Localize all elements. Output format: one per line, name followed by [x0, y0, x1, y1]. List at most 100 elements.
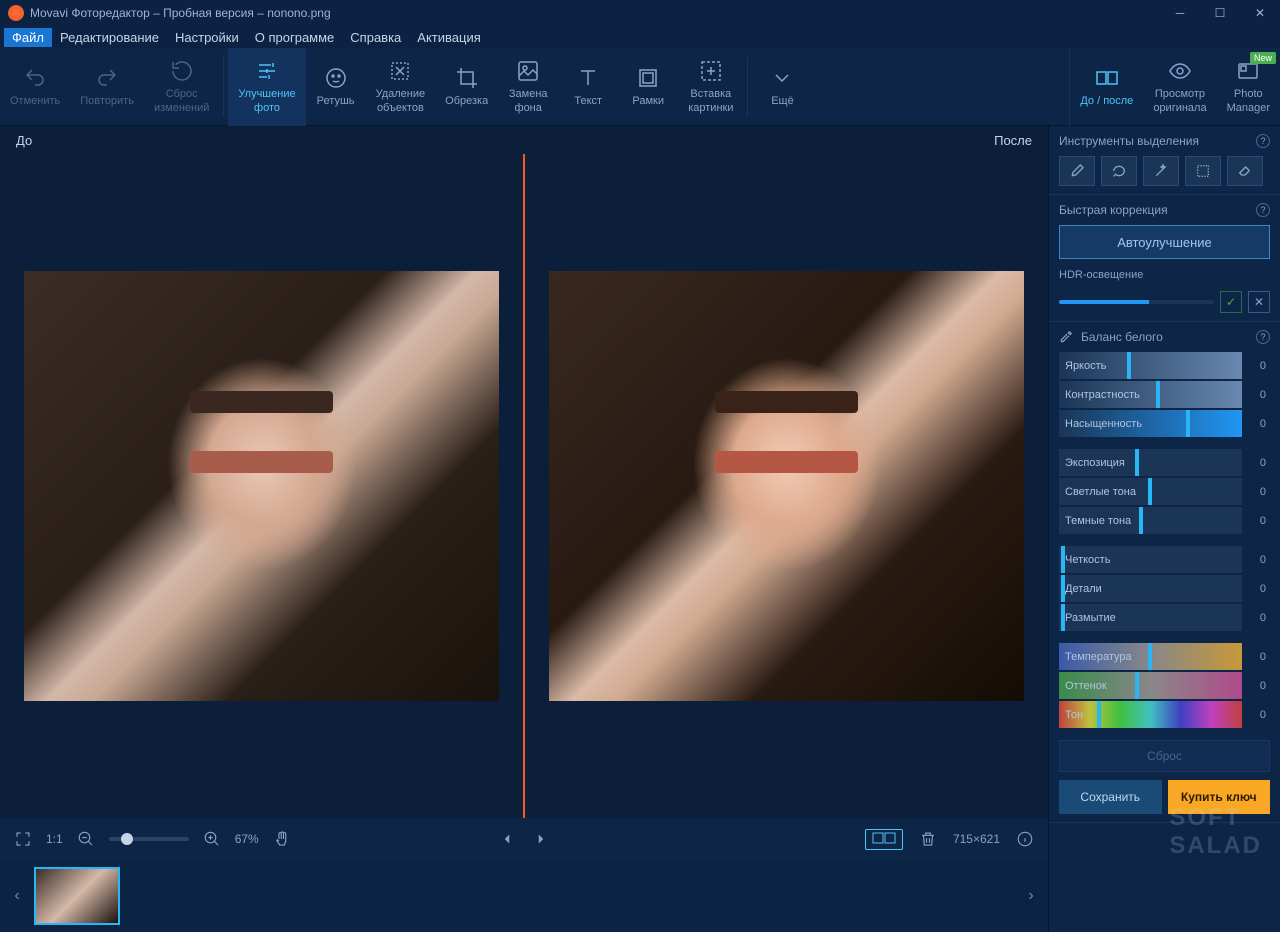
zoom-slider[interactable]	[109, 837, 189, 841]
undo-button[interactable]: Отменить	[0, 48, 70, 126]
viewport: До После 1:1 67%	[0, 126, 1048, 932]
after-pane[interactable]	[525, 154, 1048, 818]
slider-Четкость[interactable]: Четкость0	[1059, 546, 1270, 573]
one-to-one-button[interactable]: 1:1	[46, 832, 63, 846]
help-icon[interactable]: ?	[1256, 134, 1270, 148]
menu-file[interactable]: Файл	[4, 28, 52, 47]
slider-Светлые тона[interactable]: Светлые тона0	[1059, 478, 1270, 505]
menu-help[interactable]: Справка	[342, 28, 409, 47]
auto-enhance-button[interactable]: Автоулучшение	[1059, 225, 1270, 259]
crop-button[interactable]: Обрезка	[435, 48, 498, 126]
slider-Экспозиция[interactable]: Экспозиция0	[1059, 449, 1270, 476]
thumbnail[interactable]	[34, 867, 120, 925]
delete-button[interactable]	[917, 828, 939, 850]
pan-button[interactable]	[271, 828, 293, 850]
hdr-apply-button[interactable]: ✓	[1220, 291, 1242, 313]
before-label: До	[16, 133, 32, 148]
marquee-tool[interactable]	[1185, 156, 1221, 186]
app-icon	[8, 5, 24, 21]
reset-changes-button[interactable]: Сброс изменений	[144, 48, 219, 126]
magic-wand-tool[interactable]	[1143, 156, 1179, 186]
selection-tools-section: Инструменты выделения ?	[1049, 126, 1280, 195]
dimensions-label: 715×621	[953, 832, 1000, 846]
fullscreen-button[interactable]	[12, 828, 34, 850]
more-button[interactable]: Ещё	[752, 48, 812, 126]
section-title: Баланс белого	[1081, 330, 1163, 344]
background-icon	[515, 58, 541, 84]
menu-settings[interactable]: Настройки	[167, 28, 247, 47]
view-original-button[interactable]: Просмотр оригинала	[1143, 48, 1216, 126]
filmstrip-next[interactable]: ›	[1022, 871, 1040, 921]
insert-icon	[698, 58, 724, 84]
menu-activation[interactable]: Активация	[409, 28, 488, 47]
photo-manager-button[interactable]: New Photo Manager	[1217, 48, 1280, 126]
redo-button[interactable]: Повторить	[70, 48, 144, 126]
main-area: До После 1:1 67%	[0, 126, 1280, 932]
titlebar: Movavi Фоторедактор – Пробная версия – n…	[0, 0, 1280, 26]
side-panel: Инструменты выделения ? Быстрая коррекци…	[1048, 126, 1280, 932]
face-icon	[323, 65, 349, 91]
toolbar-right: До / после Просмотр оригинала New Photo …	[1069, 48, 1280, 126]
compare-toggle[interactable]	[865, 829, 903, 850]
zoom-out-button[interactable]	[75, 828, 97, 850]
slider-Температура[interactable]: Температура0	[1059, 643, 1270, 670]
before-pane[interactable]	[0, 154, 523, 818]
object-removal-button[interactable]: Удаление объектов	[366, 48, 436, 126]
chevron-down-icon	[769, 65, 795, 91]
slider-Оттенок[interactable]: Оттенок0	[1059, 672, 1270, 699]
help-icon[interactable]: ?	[1256, 203, 1270, 217]
text-button[interactable]: Текст	[558, 48, 618, 126]
sliders-icon	[254, 58, 280, 84]
zoom-value: 67%	[235, 832, 259, 846]
slider-Тон[interactable]: Тон0	[1059, 701, 1270, 728]
brush-tool[interactable]	[1059, 156, 1095, 186]
view-header: До После	[0, 126, 1048, 154]
separator	[223, 57, 224, 117]
crop-icon	[454, 65, 480, 91]
insert-image-button[interactable]: Вставка картинки	[678, 48, 743, 126]
buy-key-button[interactable]: Купить ключ	[1168, 780, 1271, 814]
slider-Яркость[interactable]: Яркость0	[1059, 352, 1270, 379]
hdr-cancel-button[interactable]: ✕	[1248, 291, 1270, 313]
save-button[interactable]: Сохранить	[1059, 780, 1162, 814]
minimize-button[interactable]: ─	[1160, 0, 1200, 26]
eraser-rect-icon	[387, 58, 413, 84]
prev-button[interactable]	[496, 828, 518, 850]
hdr-slider[interactable]	[1059, 300, 1214, 304]
slider-Контрастность[interactable]: Контрастность0	[1059, 381, 1270, 408]
close-button[interactable]: ✕	[1240, 0, 1280, 26]
filmstrip-prev[interactable]: ‹	[8, 871, 26, 921]
eraser-tool[interactable]	[1227, 156, 1263, 186]
statusbar: 1:1 67% 715×621	[0, 818, 1048, 860]
after-image	[549, 271, 1024, 701]
retouch-button[interactable]: Ретушь	[306, 48, 366, 126]
before-after-button[interactable]: До / после	[1070, 48, 1143, 126]
slider-Размытие[interactable]: Размытие0	[1059, 604, 1270, 631]
change-bg-button[interactable]: Замена фона	[498, 48, 558, 126]
maximize-button[interactable]: ☐	[1200, 0, 1240, 26]
view-body	[0, 154, 1048, 818]
after-label: После	[994, 133, 1032, 148]
enhance-button[interactable]: Улучшение фото	[228, 48, 305, 126]
slider-Детали[interactable]: Детали0	[1059, 575, 1270, 602]
zoom-in-button[interactable]	[201, 828, 223, 850]
frames-button[interactable]: Рамки	[618, 48, 678, 126]
next-button[interactable]	[530, 828, 552, 850]
lasso-tool[interactable]	[1101, 156, 1137, 186]
undo-icon	[22, 65, 48, 91]
text-icon	[575, 65, 601, 91]
before-image	[24, 271, 499, 701]
slider-Насыщенность[interactable]: Насыщенность0	[1059, 410, 1270, 437]
reset-button[interactable]: Сброс	[1059, 740, 1270, 772]
info-button[interactable]	[1014, 828, 1036, 850]
help-icon[interactable]: ?	[1256, 330, 1270, 344]
eyedropper-icon[interactable]	[1059, 330, 1073, 344]
menu-edit[interactable]: Редактирование	[52, 28, 167, 47]
reset-icon	[169, 58, 195, 84]
redo-icon	[94, 65, 120, 91]
menubar: Файл Редактирование Настройки О программ…	[0, 26, 1280, 48]
menu-about[interactable]: О программе	[247, 28, 343, 47]
section-title: Инструменты выделения	[1059, 134, 1199, 148]
slider-Темные тона[interactable]: Темные тона0	[1059, 507, 1270, 534]
eye-icon	[1167, 58, 1193, 84]
